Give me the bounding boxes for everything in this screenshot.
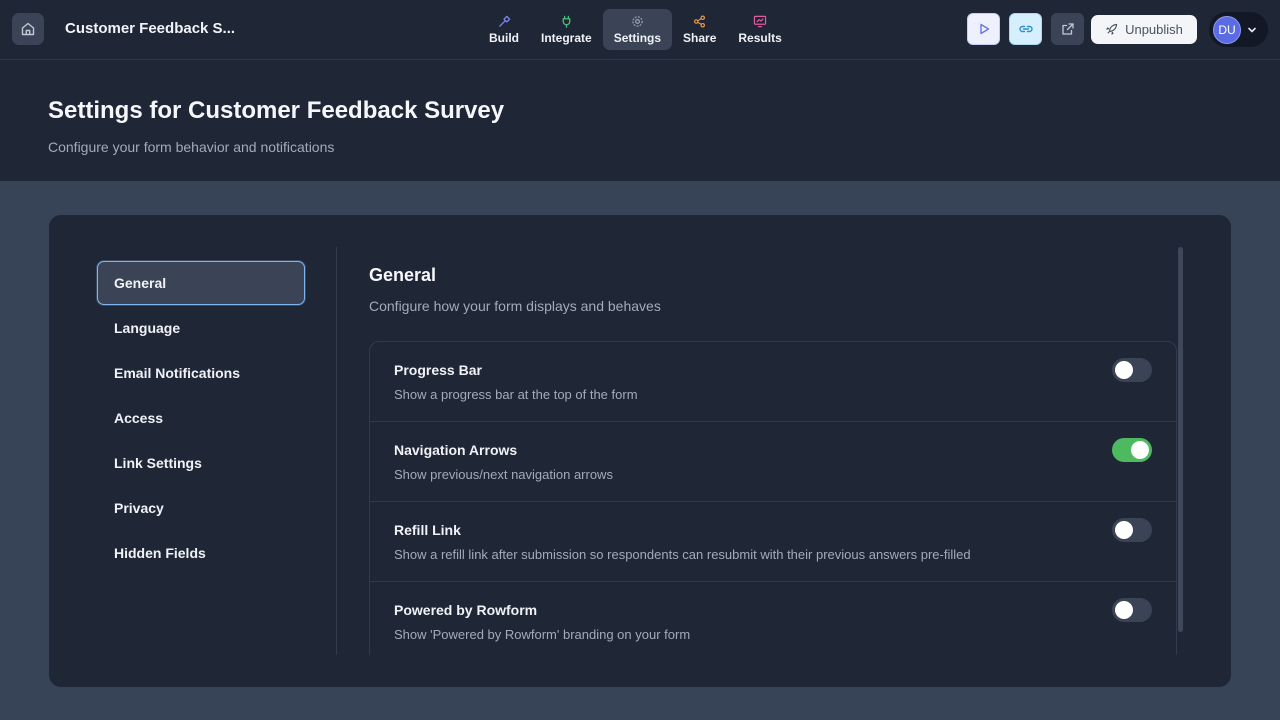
unpublish-label: Unpublish — [1125, 22, 1183, 37]
vertical-divider — [336, 247, 337, 655]
play-icon — [979, 23, 989, 35]
settings-list: Progress Bar Show a progress bar at the … — [369, 341, 1177, 655]
setting-title: Navigation Arrows — [394, 442, 518, 458]
section-title: General — [369, 265, 437, 285]
progress-bar-toggle[interactable] — [1112, 358, 1152, 382]
section-subtitle: Configure how your form displays and beh… — [369, 298, 661, 314]
toggle-knob — [1115, 521, 1133, 539]
tab-share[interactable]: Share — [672, 9, 727, 50]
tab-integrate-label: Integrate — [541, 30, 592, 45]
nav-tabs: Build Integrate Settings Share Results — [478, 9, 793, 50]
setting-description: Show a refill link after submission so r… — [394, 547, 971, 562]
tab-settings[interactable]: Settings — [602, 9, 673, 50]
setting-row-powered-by: Powered by Rowform Show 'Powered by Rowf… — [370, 582, 1176, 655]
sidenav-item-hidden-fields[interactable]: Hidden Fields — [97, 531, 305, 575]
tab-share-label: Share — [683, 30, 717, 45]
page-subtitle: Configure your form behavior and notific… — [48, 139, 335, 155]
setting-row-navigation-arrows: Navigation Arrows Show previous/next nav… — [370, 422, 1176, 502]
external-link-icon — [1061, 23, 1074, 35]
sidenav-item-general[interactable]: General — [97, 261, 305, 305]
refill-link-toggle[interactable] — [1112, 518, 1152, 542]
setting-description: Show previous/next navigation arrows — [394, 467, 613, 482]
setting-row-progress-bar: Progress Bar Show a progress bar at the … — [370, 342, 1176, 422]
copy-link-button[interactable] — [1009, 13, 1042, 45]
content-scrollbar[interactable] — [1178, 247, 1183, 632]
setting-title: Progress Bar — [394, 362, 482, 378]
plug-icon — [560, 15, 573, 29]
home-icon — [21, 22, 35, 36]
settings-sidenav: General Language Email Notifications Acc… — [97, 261, 305, 576]
toggle-knob — [1131, 441, 1149, 459]
top-bar: Customer Feedback S... Build Integrate S… — [0, 0, 1280, 60]
user-menu[interactable]: DU — [1209, 12, 1268, 47]
open-external-button[interactable] — [1051, 13, 1084, 45]
hammer-icon — [498, 15, 511, 29]
sidenav-item-access[interactable]: Access — [97, 396, 305, 440]
toggle-knob — [1115, 601, 1133, 619]
powered-by-toggle[interactable] — [1112, 598, 1152, 622]
chevron-down-icon — [1248, 27, 1256, 32]
setting-title: Powered by Rowform — [394, 602, 538, 618]
link-icon — [1018, 25, 1033, 33]
tab-results-label: Results — [738, 30, 782, 45]
tab-build-label: Build — [489, 30, 519, 45]
navigation-arrows-toggle[interactable] — [1112, 438, 1152, 462]
settings-card: General Language Email Notifications Acc… — [49, 215, 1231, 687]
tab-integrate[interactable]: Integrate — [530, 9, 603, 50]
tab-build[interactable]: Build — [478, 9, 530, 50]
gear-icon — [631, 15, 644, 29]
chart-monitor-icon — [753, 15, 767, 29]
setting-description: Show 'Powered by Rowform' branding on yo… — [394, 627, 691, 642]
general-settings-panel: General Configure how your form displays… — [369, 265, 1179, 655]
avatar: DU — [1213, 15, 1241, 44]
preview-button[interactable] — [967, 13, 1000, 45]
unpublish-button[interactable]: Unpublish — [1091, 15, 1197, 44]
tab-results[interactable]: Results — [727, 9, 792, 50]
toggle-knob — [1115, 361, 1133, 379]
sidenav-item-language[interactable]: Language — [97, 306, 305, 350]
sidenav-item-privacy[interactable]: Privacy — [97, 486, 305, 530]
setting-row-refill-link: Refill Link Show a refill link after sub… — [370, 502, 1176, 582]
sidenav-item-link-settings[interactable]: Link Settings — [97, 441, 305, 485]
setting-title: Refill Link — [394, 522, 461, 538]
form-title: Customer Feedback S... — [65, 20, 235, 37]
rocket-icon — [1106, 23, 1118, 35]
share-icon — [693, 15, 706, 29]
tab-settings-label: Settings — [613, 30, 662, 45]
page-title: Settings for Customer Feedback Survey — [48, 97, 505, 124]
home-button[interactable] — [12, 13, 44, 45]
setting-description: Show a progress bar at the top of the fo… — [394, 387, 638, 402]
sidenav-item-email-notifications[interactable]: Email Notifications — [97, 351, 305, 395]
page-header: Settings for Customer Feedback Survey Co… — [0, 60, 1280, 181]
